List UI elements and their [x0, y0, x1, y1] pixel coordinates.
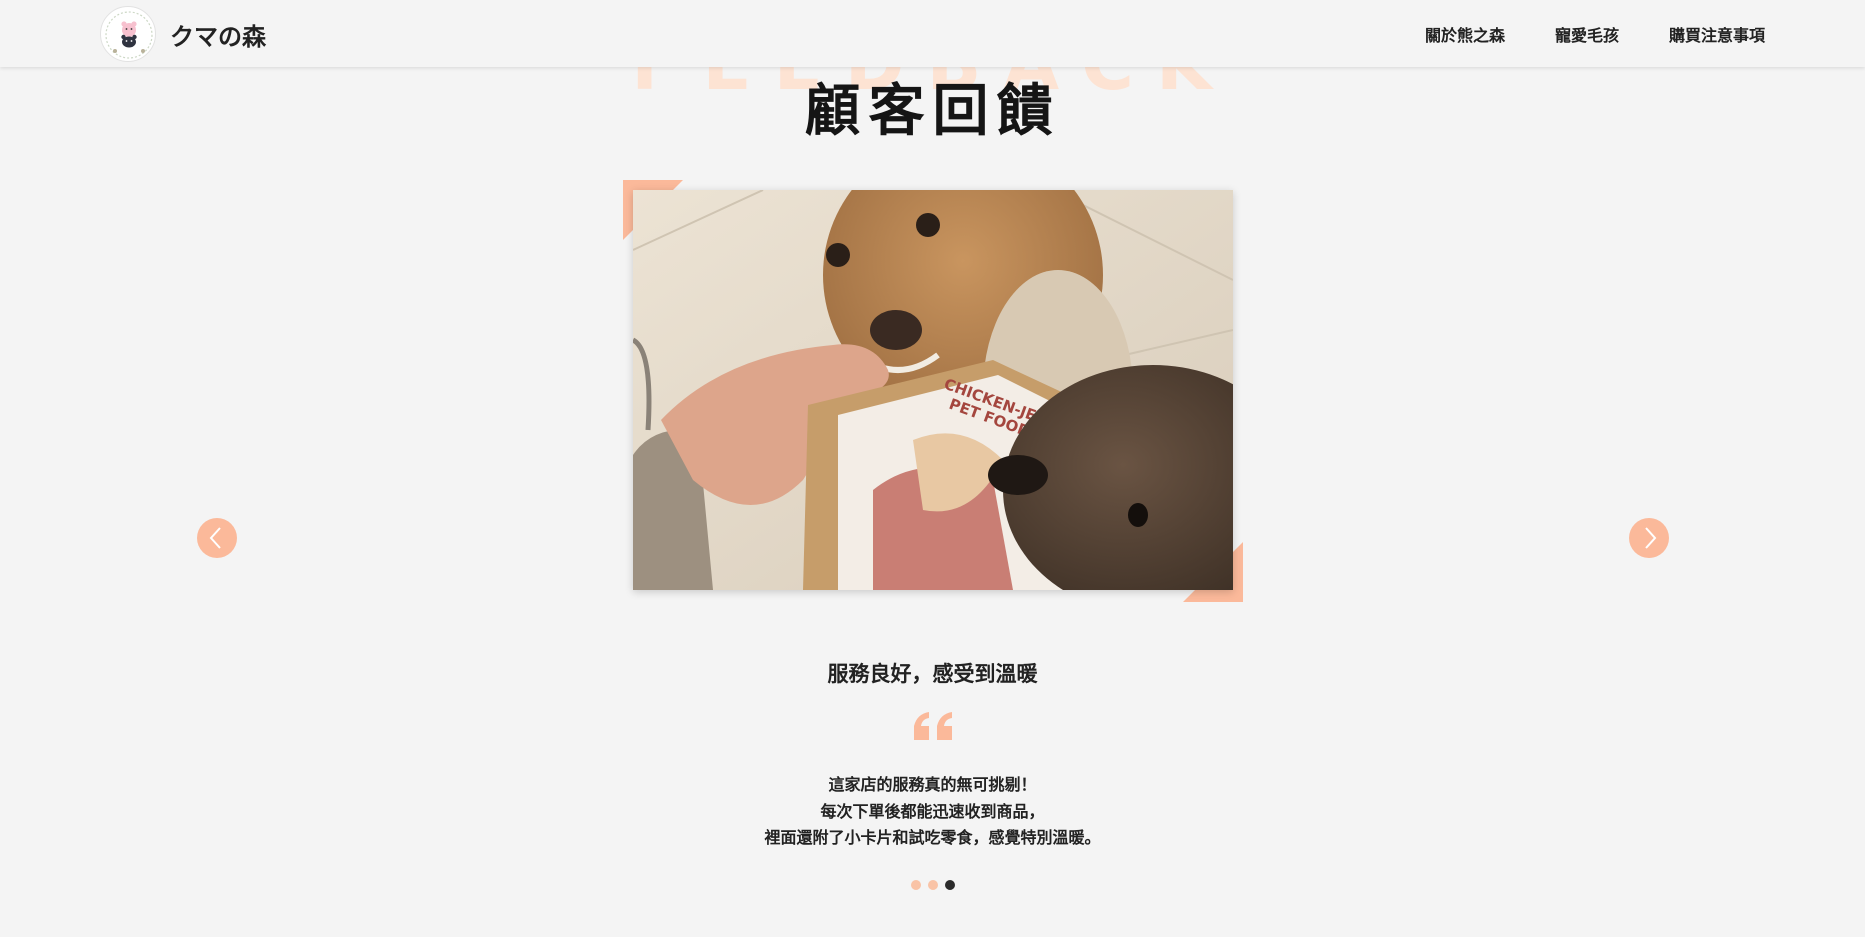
carousel-dot-3[interactable] — [945, 880, 955, 890]
review-line: 每次下單後都能迅速收到商品， — [820, 801, 1045, 821]
section-title: 顧客回饋 — [804, 79, 1061, 144]
review-line: 裡面還附了小卡片和試吃零食，感覺特別溫暖。 — [764, 828, 1101, 847]
main-nav: 關於熊之森 寵愛毛孩 購買注意事項 — [1375, 0, 1765, 67]
brand-link[interactable]: クマの森 — [100, 6, 266, 62]
brand-name: クマの森 — [170, 22, 266, 51]
nav-about[interactable]: 關於熊之森 — [1425, 22, 1505, 46]
carousel-next-button[interactable] — [1629, 518, 1669, 558]
nav-pets[interactable]: 寵愛毛孩 — [1555, 22, 1619, 46]
carousel-prev-button[interactable] — [197, 518, 237, 558]
review-line: 這家店的服務真的無可挑剔！ — [828, 775, 1037, 794]
testimonial-photo: CHICKEN-JERKY PET FOOD — [633, 190, 1233, 590]
chevron-left-icon — [209, 527, 221, 549]
review-body: 這家店的服務真的無可挑剔！ 每次下單後都能迅速收到商品， 裡面還附了小卡片和試吃… — [0, 772, 1865, 852]
quote-icon — [910, 708, 956, 744]
chevron-right-icon — [1645, 527, 1657, 549]
carousel-dot-2[interactable] — [928, 880, 938, 890]
review-title: 服務良好，感受到溫暖 — [827, 662, 1038, 686]
carousel-pagination — [911, 880, 962, 890]
site-header: クマの森 關於熊之森 寵愛毛孩 購買注意事項 — [0, 0, 1865, 67]
carousel-dot-1[interactable] — [911, 880, 921, 890]
nav-purchase-notes[interactable]: 購買注意事項 — [1669, 22, 1765, 46]
brand-logo — [100, 6, 156, 62]
